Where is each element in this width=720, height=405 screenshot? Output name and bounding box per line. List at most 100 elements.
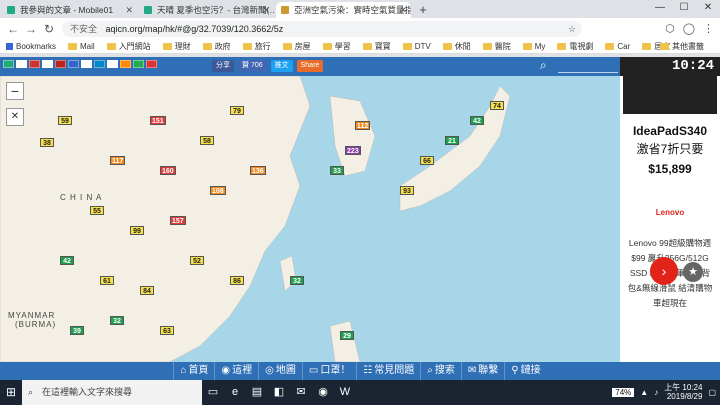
battery-indicator[interactable]: 74% [612, 387, 635, 397]
aqi-station-marker[interactable]: 79 [230, 106, 244, 115]
network-icon[interactable]: ▲ [640, 388, 648, 397]
ad-title[interactable]: IdeaPadS340 [620, 124, 720, 138]
bottom-nav-item[interactable]: ⌕ 搜索 [420, 362, 461, 380]
mail-icon[interactable]: ✉ [290, 380, 312, 405]
tweet-button[interactable]: 推文 [270, 60, 293, 72]
volume-icon[interactable]: ♪ [654, 388, 658, 397]
tab-news[interactable]: 天晴 夏季也空污？- 台灣新聞(… ✕ [139, 2, 274, 18]
zoom-out-button[interactable]: − [6, 82, 24, 100]
tab-mobile01[interactable]: 我參與的文章 - Mobile01 ✕ [2, 2, 137, 18]
file-explorer-icon[interactable]: ▤ [246, 380, 268, 405]
language-flag-icon[interactable] [16, 60, 27, 68]
bookmark-folder[interactable]: 旅行 [242, 41, 271, 52]
bottom-nav-item[interactable]: ✉ 聯繫 [460, 362, 504, 380]
word-icon[interactable]: W [334, 380, 356, 405]
aqi-station-marker[interactable]: 55 [90, 206, 104, 215]
aqi-station-marker[interactable]: 160 [160, 166, 176, 175]
aqi-station-marker[interactable]: 33 [330, 166, 344, 175]
language-flag-icon[interactable] [146, 60, 157, 68]
aqi-station-marker[interactable]: 93 [400, 186, 414, 195]
aqi-station-marker[interactable]: 108 [210, 186, 226, 195]
bookmark-other[interactable]: 其他書籤 [660, 41, 704, 52]
menu-icon[interactable]: ⋮ [703, 22, 714, 35]
system-clock[interactable]: 上午 10:24 2019/8/29 [664, 383, 702, 401]
bookmark-folder[interactable]: Car [605, 42, 630, 51]
aqi-station-marker[interactable]: 151 [150, 116, 166, 125]
language-flag-icon[interactable] [94, 60, 105, 68]
chrome-icon[interactable]: ◉ [312, 380, 334, 405]
language-flag-icon[interactable] [68, 60, 79, 68]
aqi-station-marker[interactable]: 32 [290, 276, 304, 285]
bottom-nav-item[interactable]: ◎ 地圖 [258, 362, 302, 380]
forward-icon[interactable]: → [22, 22, 40, 36]
bottom-nav-item[interactable]: ☷ 常見問題 [356, 362, 420, 380]
notification-icon[interactable]: ▢ [708, 388, 716, 397]
aqi-station-marker[interactable]: 86 [230, 276, 244, 285]
advertisement-panel[interactable]: IdeaPadS340 激省7折只要 $15,899 Lenovo Lenovo… [620, 76, 720, 362]
profile-icon[interactable]: ◯ [683, 22, 695, 35]
windows-start-icon[interactable]: ⊞ [0, 380, 22, 405]
aqi-station-marker[interactable]: 39 [70, 326, 84, 335]
aqi-station-marker[interactable]: 99 [130, 226, 144, 235]
bookmark-folder[interactable]: DTV [402, 42, 431, 51]
aqi-station-marker[interactable]: 29 [340, 331, 354, 340]
aqi-station-marker[interactable]: 117 [110, 156, 126, 165]
aqi-station-marker[interactable]: 32 [110, 316, 124, 325]
insecure-label[interactable]: 不安全 [70, 24, 97, 34]
language-flag-icon[interactable] [55, 60, 66, 68]
ad-go-button[interactable]: › [650, 257, 678, 285]
store-icon[interactable]: ◧ [268, 380, 290, 405]
language-flag-icon[interactable] [107, 60, 118, 68]
bookmark-apps[interactable]: Bookmarks [6, 42, 56, 51]
bottom-nav-item[interactable]: ⚲ 鏈接 [504, 362, 546, 380]
aqi-station-marker[interactable]: 61 [100, 276, 114, 285]
edge-icon[interactable]: e [224, 380, 246, 405]
bottom-nav-item[interactable]: ⌂ 首頁 [173, 362, 214, 380]
bookmark-folder[interactable]: 房屋 [282, 41, 311, 52]
aqi-station-marker[interactable]: 63 [160, 326, 174, 335]
aqi-station-marker[interactable]: 157 [170, 216, 186, 225]
aqi-station-marker[interactable]: 66 [420, 156, 434, 165]
ad-image[interactable] [623, 76, 717, 114]
aqi-station-marker[interactable]: 42 [470, 116, 484, 125]
bookmark-folder[interactable]: 醫院 [482, 41, 511, 52]
aqi-station-marker[interactable]: 58 [200, 136, 214, 145]
language-flag-icon[interactable] [120, 60, 131, 68]
facebook-share-button[interactable]: 分享 [212, 60, 234, 72]
tab-aqicn[interactable]: 亞洲空氣污染：實時空氣質量指數 ✕ [276, 2, 411, 18]
aqi-station-marker[interactable]: 21 [445, 136, 459, 145]
bookmark-folder[interactable]: 理財 [162, 41, 191, 52]
aqi-station-marker[interactable]: 59 [58, 116, 72, 125]
aqi-station-marker[interactable]: 52 [190, 256, 204, 265]
close-tab-icon[interactable]: ✕ [399, 2, 407, 18]
bookmark-folder[interactable]: My [522, 42, 545, 51]
bookmark-folder[interactable]: 寶寶 [362, 41, 391, 52]
share-button[interactable]: Share [296, 60, 324, 72]
new-tab-button[interactable]: + [415, 2, 431, 18]
bookmark-folder[interactable]: 休閒 [442, 41, 471, 52]
close-tab-icon[interactable]: ✕ [125, 2, 133, 18]
aqi-map[interactable]: 38 59 117 151 160 58 79 55 99 157 108 136 42 61 84 223 1… [0, 76, 620, 362]
search-input[interactable] [558, 72, 618, 73]
extension-icon[interactable]: ⬡ [665, 22, 675, 35]
url-input[interactable]: 不安全 aqicn.org/map/hk/#@g/32.7039/120.366… [62, 21, 582, 37]
bookmark-folder[interactable]: 政府 [202, 41, 231, 52]
aqi-station-marker[interactable]: 112 [355, 121, 371, 130]
close-tab-icon[interactable]: ✕ [262, 2, 270, 18]
language-flag-icon[interactable] [81, 60, 92, 68]
facebook-like-button[interactable]: 贊 706 [238, 60, 267, 72]
bookmark-star-icon[interactable]: ☆ [568, 21, 576, 37]
maximize-button[interactable]: ☐ [672, 0, 696, 16]
bookmark-folder[interactable]: 電視劇 [557, 41, 593, 52]
language-flag-icon[interactable] [42, 60, 53, 68]
favorite-star-icon[interactable]: ★ [683, 262, 703, 282]
back-icon[interactable]: ← [4, 22, 22, 36]
taskbar-search-input[interactable]: 在這裡輸入文字來搜尋 [22, 380, 202, 405]
aqi-station-marker[interactable]: 84 [140, 286, 154, 295]
reload-icon[interactable]: ↻ [40, 22, 58, 36]
language-flag-icon[interactable] [3, 60, 14, 68]
fullscreen-icon[interactable]: ✕ [6, 108, 24, 126]
bottom-nav-item[interactable]: ◉ 這裡 [214, 362, 258, 380]
minimize-button[interactable]: — [648, 0, 672, 16]
close-window-button[interactable]: ✕ [696, 0, 720, 16]
